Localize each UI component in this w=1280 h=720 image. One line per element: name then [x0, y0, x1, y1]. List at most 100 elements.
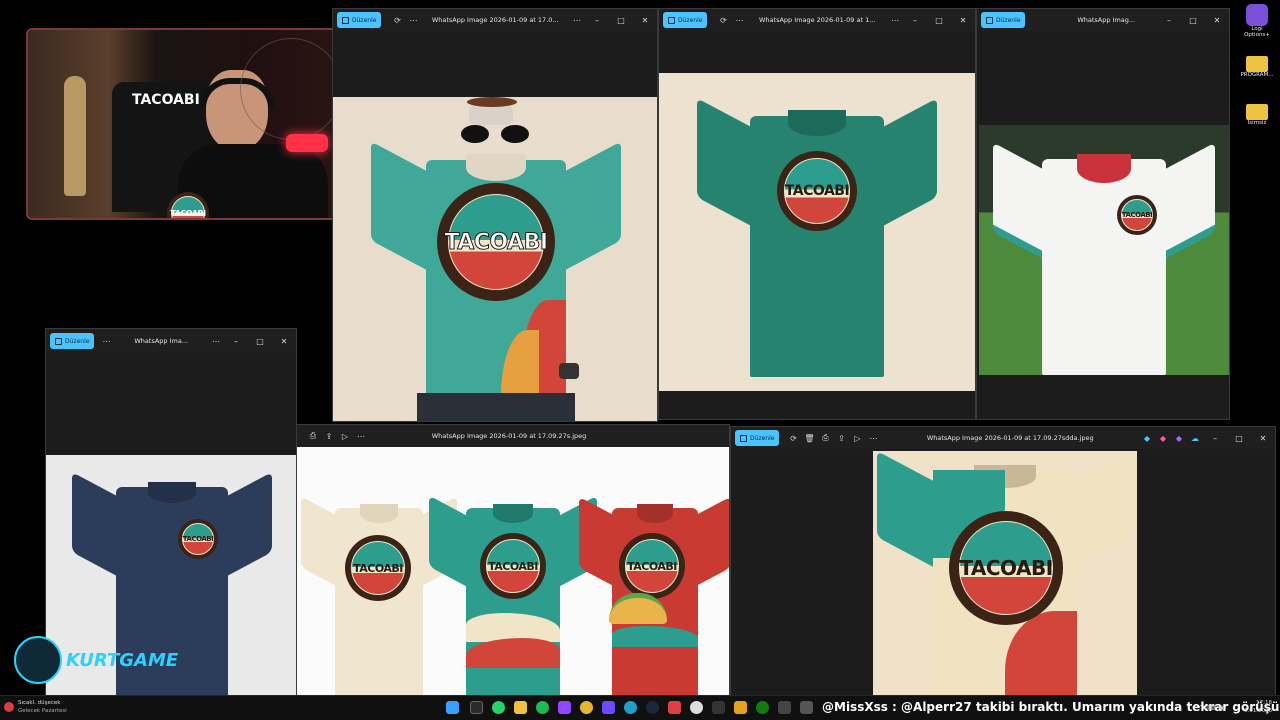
more-icon[interactable]: ⋯ [865, 434, 881, 443]
tacoabi-logo: TACOABI [619, 533, 685, 599]
minimize-button[interactable]: – [1157, 16, 1181, 25]
image-canvas: TACOABI TACOABI TACOABI [297, 447, 729, 695]
edit-icon [55, 337, 62, 345]
edit-icon [342, 16, 349, 24]
image-canvas: TACOABI [977, 31, 1229, 419]
slideshow-icon[interactable]: ▷ [849, 434, 865, 443]
photos-window-3[interactable]: Düzenle WhatsApp Imag... – □ ✕ TACOABI [976, 8, 1230, 420]
close-button[interactable]: ✕ [951, 16, 975, 25]
rotate-icon[interactable]: ⟳ [389, 16, 405, 25]
app-icon[interactable] [558, 701, 571, 714]
app-icon[interactable] [602, 701, 615, 714]
tacoabi-logo: TACOABI [949, 511, 1063, 625]
watch [559, 363, 579, 379]
print-icon[interactable]: ⎙ [305, 431, 321, 441]
tacoabi-logo: TACOABI [437, 183, 555, 301]
wolf-icon [14, 636, 62, 684]
cloud-icon[interactable]: ☁ [1187, 434, 1203, 443]
whatsapp-icon[interactable] [492, 701, 505, 714]
chrome-icon[interactable] [580, 701, 593, 714]
clock-date[interactable]: 9.01.2026 [1244, 707, 1272, 715]
edit-button[interactable]: Düzenle [663, 12, 708, 28]
taskbar: Sıcakl. düşecek Gelecek Pazartesi @MissX… [0, 695, 1280, 720]
edit-button[interactable]: Düzenle [981, 12, 1026, 28]
more-icon[interactable]: ⋯ [98, 337, 114, 346]
maximize-button[interactable]: □ [1181, 16, 1205, 25]
search-icon[interactable] [470, 701, 483, 714]
rotate-icon[interactable]: ⟳ [785, 434, 801, 443]
desktop-icon-program[interactable]: PROGRAM... [1240, 56, 1274, 78]
start-icon[interactable] [446, 701, 459, 714]
window-title: WhatsApp Ima... [134, 337, 189, 345]
maximize-button[interactable]: □ [609, 16, 633, 25]
epic-games-icon[interactable] [712, 701, 725, 714]
rotate-icon[interactable]: ⟳ [715, 16, 731, 25]
more-icon[interactable]: ⋯ [731, 16, 747, 25]
more-icon[interactable]: ⋯ [208, 337, 224, 346]
minimize-button[interactable]: – [585, 16, 609, 25]
photos-window-6[interactable]: Düzenle ⟳ 🗑 ⎙ ⇪ ▷ ⋯ WhatsApp Image 2026-… [730, 426, 1276, 696]
app-icon[interactable] [690, 701, 703, 714]
red-light [286, 134, 328, 152]
slideshow-icon[interactable]: ▷ [337, 432, 353, 441]
weather-widget[interactable]: Sıcakl. düşecek Gelecek Pazartesi [4, 699, 67, 715]
maximize-button[interactable]: □ [1227, 434, 1251, 443]
edit-button[interactable]: Düzenle [50, 333, 95, 349]
desktop-icon-logi-options[interactable]: Logi Options+ [1240, 4, 1274, 38]
window-title: WhatsApp Imag... [1077, 16, 1136, 24]
app-icon[interactable] [800, 701, 813, 714]
share-icon[interactable]: ⇪ [833, 434, 849, 443]
steam-icon[interactable] [646, 701, 659, 714]
wall-statue [64, 76, 86, 196]
maximize-button[interactable]: □ [248, 337, 272, 346]
ai-tool-icon[interactable]: ◆ [1155, 434, 1171, 443]
maximize-button[interactable]: □ [927, 16, 951, 25]
app-icon[interactable] [668, 701, 681, 714]
webcam-overlay: TACOABI TACOABI [26, 28, 352, 220]
photo-green-shirt: TACOABI [659, 73, 975, 391]
photo-three-shirts: TACOABI TACOABI TACOABI [297, 447, 729, 695]
tacoabi-logo: TACOABI [777, 151, 857, 231]
edge-icon[interactable] [624, 701, 637, 714]
image-canvas: TACOABI [731, 449, 1275, 695]
xbox-icon[interactable] [756, 701, 769, 714]
minimize-button[interactable]: – [1203, 434, 1227, 443]
title-bar: Düzenle ⟳ 🗑 ⎙ ⇪ ▷ ⋯ WhatsApp Image 2026-… [731, 427, 1275, 449]
photos-window-2[interactable]: Düzenle ⟳ ⋯ WhatsApp Image 2026-01-09 at… [658, 8, 976, 420]
tray-icons[interactable]: ⌃ ⌨ ◉ [1198, 704, 1225, 712]
close-button[interactable]: ✕ [633, 16, 657, 25]
title-bar: Düzenle ⟳ ⋯ WhatsApp Image 2026-01-09 at… [333, 9, 657, 31]
delete-icon[interactable]: 🗑 [801, 434, 817, 443]
close-button[interactable]: ✕ [1251, 434, 1275, 443]
file-explorer-icon[interactable] [514, 701, 527, 714]
logi-icon [1246, 4, 1268, 26]
clock-time[interactable]: 17:18 [1244, 699, 1272, 707]
more-icon[interactable]: ⋯ [353, 432, 369, 441]
ai-tool-icon[interactable]: ◆ [1171, 434, 1187, 443]
edit-icon [668, 16, 675, 24]
photos-window-5[interactable]: ⎙ ⇪ ▷ ⋯ WhatsApp Image 2026-01-09 at 17.… [296, 424, 730, 696]
photo-cream-shirt: TACOABI [873, 451, 1137, 695]
close-button[interactable]: ✕ [1205, 16, 1229, 25]
edit-button[interactable]: Düzenle [735, 430, 780, 446]
app-icon[interactable] [778, 701, 791, 714]
ai-tool-icon[interactable]: ◆ [1139, 434, 1155, 443]
desktop-icon-isimsiz[interactable]: İsimsiz [1240, 104, 1274, 126]
minimize-button[interactable]: – [903, 16, 927, 25]
more-icon[interactable]: ⋯ [887, 16, 903, 25]
share-icon[interactable]: ⇪ [321, 432, 337, 441]
window-title: WhatsApp Image 2026-01-09 at 1... [759, 16, 876, 24]
photo-football-jersey: TACOABI [979, 125, 1229, 375]
photos-window-1[interactable]: Düzenle ⟳ ⋯ WhatsApp Image 2026-01-09 at… [332, 8, 658, 422]
more-icon[interactable]: ⋯ [569, 16, 585, 25]
edit-button[interactable]: Düzenle [337, 12, 382, 28]
folder-icon [1246, 104, 1268, 120]
edit-icon [986, 16, 993, 24]
app-icon[interactable] [734, 701, 747, 714]
minimize-button[interactable]: – [224, 337, 248, 346]
image-canvas: TACOABI [659, 31, 975, 419]
more-icon[interactable]: ⋯ [405, 16, 421, 25]
spotify-icon[interactable] [536, 701, 549, 714]
close-button[interactable]: ✕ [272, 337, 296, 346]
print-icon[interactable]: ⎙ [817, 433, 833, 443]
